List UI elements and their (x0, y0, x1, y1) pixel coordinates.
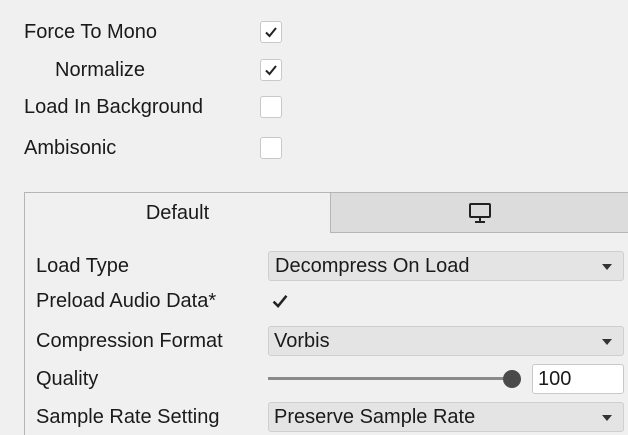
load-in-background-label: Load In Background (24, 95, 204, 118)
load-type-value: Decompress On Load (275, 254, 470, 277)
preload-audio-data-label: Preload Audio Data* (36, 290, 217, 312)
load-in-background-checkbox[interactable] (260, 96, 282, 118)
force-to-mono-checkbox[interactable] (260, 21, 282, 43)
normalize-row: Normalize (55, 55, 145, 85)
checkmark-icon (265, 27, 277, 38)
dropdown-arrow-icon (602, 264, 612, 270)
checkmark-icon (265, 65, 277, 76)
ambisonic-label: Ambisonic (24, 136, 117, 159)
sample-rate-setting-value: Preserve Sample Rate (274, 405, 476, 428)
dropdown-arrow-icon (602, 415, 612, 421)
checkmark-icon (272, 295, 288, 309)
dropdown-arrow-icon (602, 339, 612, 345)
normalize-checkbox[interactable] (260, 59, 282, 81)
sample-rate-setting-label: Sample Rate Setting (36, 406, 220, 428)
tab-standalone[interactable] (330, 193, 628, 233)
tab-default-label: Default (145, 201, 210, 224)
preload-audio-data-checkbox[interactable] (268, 289, 290, 311)
monitor-icon (469, 202, 491, 223)
compression-format-label: Compression Format (36, 330, 223, 352)
sample-rate-setting-dropdown[interactable]: Preserve Sample Rate (268, 402, 624, 432)
quality-slider-track[interactable] (268, 377, 512, 380)
force-to-mono-row: Force To Mono (24, 17, 157, 47)
load-type-dropdown[interactable]: Decompress On Load (268, 251, 624, 281)
load-type-label: Load Type (36, 255, 130, 277)
quality-label: Quality (36, 368, 99, 390)
normalize-label: Normalize (55, 58, 146, 81)
quality-slider-thumb[interactable] (503, 370, 521, 388)
ambisonic-checkbox[interactable] (260, 137, 282, 159)
compression-format-dropdown[interactable]: Vorbis (268, 326, 624, 356)
platform-settings-panel: Default (24, 192, 628, 435)
compression-format-value: Vorbis (274, 329, 330, 352)
ambisonic-row: Ambisonic (24, 133, 116, 163)
audio-import-settings: Force To Mono Normalize Load In Backgrou… (0, 0, 628, 435)
quality-value: 100 (538, 367, 572, 390)
tab-default[interactable]: Default (25, 193, 330, 233)
force-to-mono-label: Force To Mono (24, 20, 158, 43)
quality-input[interactable]: 100 (532, 364, 624, 394)
load-in-background-row: Load In Background (24, 92, 203, 122)
